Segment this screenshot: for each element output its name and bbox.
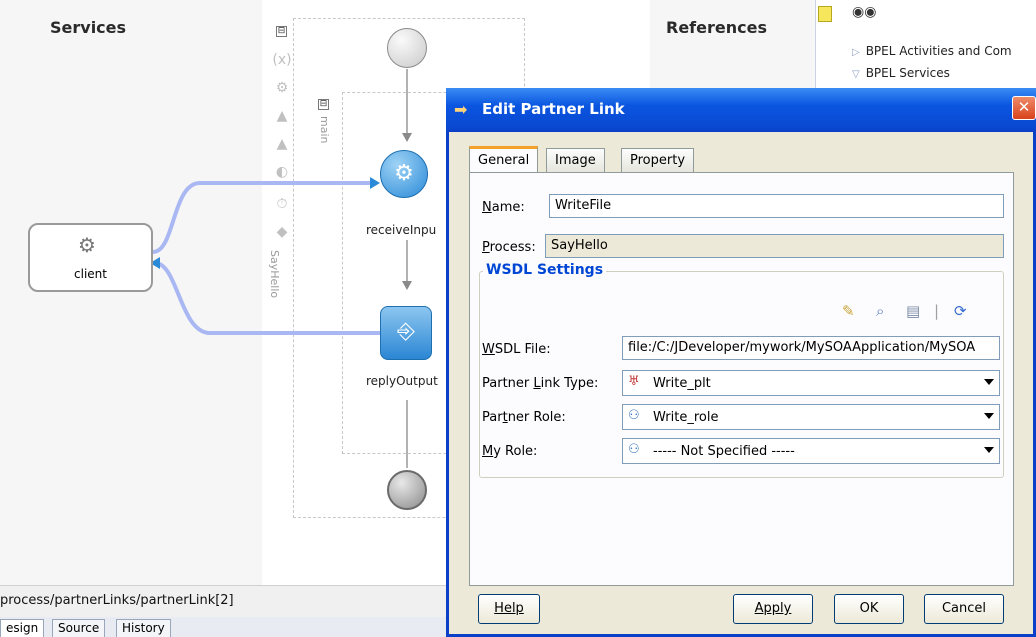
- role-icon: ⚇: [628, 442, 640, 457]
- my-role-label: My Role:: [482, 444, 538, 459]
- role-icon: ⚇: [628, 408, 640, 423]
- client-label: client: [74, 267, 107, 281]
- close-button[interactable]: ✕: [1012, 96, 1036, 120]
- dialog-titlebar[interactable]: ➡ Edit Partner Link ✕: [446, 88, 1036, 132]
- partner-role-value: Write_role: [653, 410, 719, 425]
- ok-button[interactable]: OK: [834, 594, 904, 624]
- palette-item-bpel-activities[interactable]: ▷ BPEL Activities and Com: [852, 44, 1012, 58]
- gear-icon: ⚙: [78, 233, 96, 257]
- palette-item-label: BPEL Services: [865, 66, 950, 80]
- xpath-status: process/partnerLinks/partnerLink[2]: [0, 593, 234, 608]
- tab-history[interactable]: History: [116, 619, 171, 637]
- start-node[interactable]: [387, 28, 427, 68]
- wsdl-file-label: WSDL File:: [482, 342, 551, 357]
- wsdl-file-field[interactable]: file:/C:/JDeveloper/mywork/MySOAApplicat…: [622, 336, 1000, 360]
- process-field: SayHello: [545, 234, 1004, 258]
- partner-link-type-value: Write_plt: [653, 376, 711, 391]
- my-role-value: ----- Not Specified -----: [653, 444, 795, 459]
- cancel-button[interactable]: Cancel: [924, 594, 1004, 624]
- help-button[interactable]: Help: [478, 594, 540, 624]
- partner-role-label: Partner Role:: [482, 410, 566, 425]
- chevron-down-icon: [984, 379, 994, 385]
- palette-item-bpel-services[interactable]: ▽ BPEL Services: [852, 66, 950, 80]
- reply-activity-label: replyOutput: [366, 374, 438, 388]
- partner-link-type-icon: ♅: [628, 374, 640, 389]
- edit-partner-link-dialog: ➡ Edit Partner Link ✕ General Image Prop…: [446, 88, 1036, 637]
- receive-arrowhead: [370, 177, 380, 189]
- wsdl-toolbar: ✎ ⌕ ▤ | ⟳: [842, 302, 1002, 324]
- expand-arrow-icon: ▷: [852, 47, 860, 58]
- tab-general[interactable]: General: [469, 146, 539, 172]
- client-to-receive-link: [152, 181, 372, 254]
- receive-activity[interactable]: ⚙: [380, 150, 428, 198]
- browse-wsdl-icon[interactable]: ⌕: [876, 302, 884, 320]
- partner-link-type-label: Partner Link Type:: [482, 376, 599, 391]
- apply-button[interactable]: Apply: [733, 594, 813, 624]
- name-field[interactable]: WriteFile: [549, 194, 1004, 218]
- tab-source[interactable]: Source: [52, 619, 106, 637]
- receive-activity-label: receiveInpu: [366, 223, 437, 237]
- end-node[interactable]: [387, 470, 427, 510]
- partner-role-select[interactable]: ⚇ Write_role: [622, 404, 1000, 430]
- binoculars-icon[interactable]: ◉◉: [852, 4, 876, 20]
- process-label: Process:: [482, 240, 536, 255]
- collapse-arrow-icon: ▽: [852, 69, 860, 80]
- my-role-select[interactable]: ⚇ ----- Not Specified -----: [622, 438, 1000, 464]
- client-partner-link[interactable]: ⚙ client: [28, 223, 153, 292]
- name-label: Name:: [482, 200, 525, 215]
- dialog-title: Edit Partner Link: [482, 100, 625, 118]
- refresh-icon[interactable]: ⟳: [954, 302, 967, 320]
- flow-arrowhead: [402, 281, 412, 290]
- reply-activity[interactable]: ⎆: [380, 306, 432, 360]
- chevron-down-icon: [984, 413, 994, 419]
- chevron-down-icon: [984, 447, 994, 453]
- wsdl-settings-legend: WSDL Settings: [483, 262, 607, 278]
- pen-icon[interactable]: ✎: [842, 302, 855, 320]
- partner-link-type-select[interactable]: ♅ Write_plt: [622, 370, 1000, 396]
- toolbar-separator: |: [934, 302, 940, 320]
- flow-arrowhead: [402, 133, 412, 142]
- tab-property[interactable]: Property: [621, 148, 695, 172]
- tab-image[interactable]: Image: [546, 148, 605, 172]
- tab-design[interactable]: esign: [0, 619, 45, 637]
- reply-to-client-link: [154, 261, 380, 335]
- service-explorer-icon[interactable]: ▤: [906, 302, 920, 320]
- partner-link-icon: ➡: [454, 100, 468, 119]
- palette-item-label: BPEL Activities and Com: [865, 44, 1012, 58]
- palette-tab[interactable]: [818, 6, 832, 22]
